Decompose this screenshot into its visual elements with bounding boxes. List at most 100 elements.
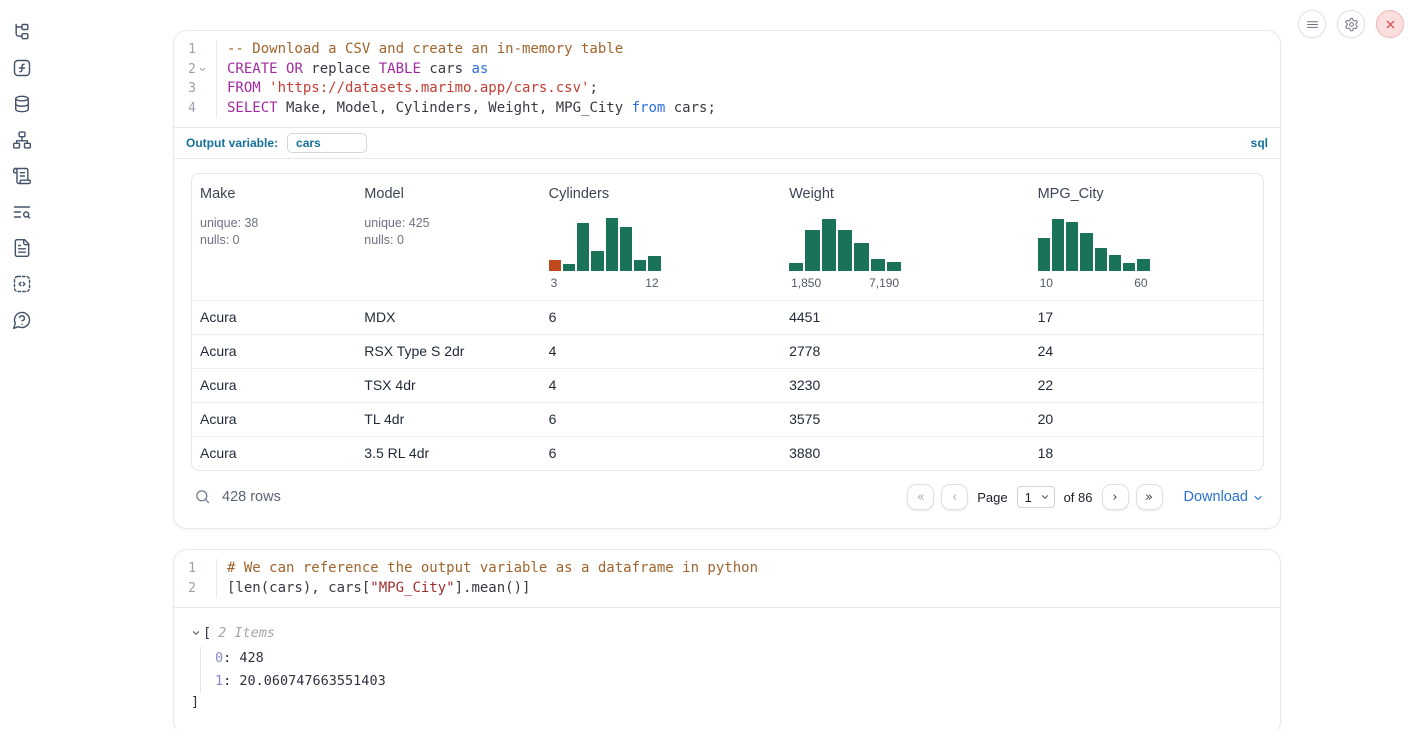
- histogram-range-labels: 1,8507,190: [789, 276, 901, 290]
- table-row: AcuraRSX Type S 2dr4277824: [192, 334, 1263, 368]
- shutdown-button[interactable]: [1376, 10, 1404, 38]
- output-variable-label: Output variable:: [186, 136, 278, 150]
- code-line[interactable]: 4SELECT Make, Model, Cylinders, Weight, …: [174, 99, 1280, 119]
- last-page-button[interactable]: »: [1136, 484, 1163, 510]
- notebook-area: 1-- Download a CSV and create an in-memo…: [173, 0, 1281, 729]
- histogram-bar: [887, 262, 901, 271]
- column-stats: unique: 38nulls: 0: [200, 215, 348, 249]
- column-header-mpg_city[interactable]: MPG_City 1060: [1030, 174, 1263, 300]
- table-cell: 3880: [781, 437, 1029, 470]
- histogram-bar: [822, 219, 836, 271]
- table-cell: 3.5 RL 4dr: [356, 437, 540, 470]
- settings-button[interactable]: [1337, 10, 1365, 38]
- page-select[interactable]: 1: [1017, 486, 1055, 508]
- next-page-button[interactable]: ›: [1102, 484, 1129, 510]
- column-name: Cylinders: [549, 186, 773, 202]
- file-tree-icon[interactable]: [12, 22, 32, 42]
- line-number: 3: [174, 79, 196, 99]
- tree-collapse-chevron-icon[interactable]: [191, 628, 203, 638]
- table-header-row: Make unique: 38nulls: 0Modelunique: 425nu…: [192, 174, 1263, 300]
- chevron-down-icon: [1252, 492, 1264, 504]
- row-count: 428 rows: [222, 489, 281, 505]
- scroll-icon[interactable]: [12, 166, 32, 186]
- histogram-bar: [871, 259, 885, 271]
- histogram-bar: [1038, 238, 1050, 271]
- histogram-range-labels: 1060: [1038, 276, 1150, 290]
- table-cell: Acura: [192, 403, 356, 436]
- sql-code-editor[interactable]: 1-- Download a CSV and create an in-memo…: [174, 31, 1280, 127]
- histogram-bar: [1095, 248, 1107, 271]
- table-cell: 6: [541, 301, 781, 334]
- tree-open-bracket: [: [203, 623, 211, 643]
- tree-close-bracket: ]: [191, 692, 1264, 712]
- cell-language-badge: sql: [1251, 136, 1268, 150]
- column-header-cylinders[interactable]: Cylinders 312: [541, 174, 781, 300]
- histogram-bar: [606, 218, 618, 271]
- help-circle-icon[interactable]: [12, 310, 32, 330]
- menu-button[interactable]: [1298, 10, 1326, 38]
- python-code-editor[interactable]: 1# We can reference the output variable …: [174, 550, 1280, 607]
- code-line[interactable]: 2[len(cars), cars["MPG_City"].mean()]: [174, 579, 1280, 599]
- code-line[interactable]: 3FROM 'https://datasets.marimo.app/cars.…: [174, 79, 1280, 99]
- code-snippets-icon[interactable]: [12, 274, 32, 294]
- line-number: 4: [174, 99, 196, 119]
- table-cell: 2778: [781, 335, 1029, 368]
- table-cell: 4451: [781, 301, 1029, 334]
- pagination: « ‹ Page 1 of 86 › » Download: [907, 484, 1264, 510]
- sitemap-icon[interactable]: [12, 130, 32, 150]
- python-output-tree: [ 2 Items 0: 4281: 20.060747663551403 ]: [174, 608, 1280, 729]
- histogram-bar: [577, 223, 589, 271]
- table-cell: 6: [541, 437, 781, 470]
- first-page-button[interactable]: «: [907, 484, 934, 510]
- line-number: 2: [174, 579, 196, 599]
- function-square-icon[interactable]: [12, 58, 32, 78]
- column-header-model[interactable]: Modelunique: 425nulls: 0: [356, 174, 540, 300]
- fold-gutter: [196, 559, 209, 579]
- column-header-weight[interactable]: Weight1,8507,190: [781, 174, 1029, 300]
- file-text-icon[interactable]: [12, 238, 32, 258]
- table-row: AcuraTSX 4dr4323022: [192, 368, 1263, 402]
- table-cell: TSX 4dr: [356, 369, 540, 402]
- text-search-icon[interactable]: [12, 202, 32, 222]
- table-cell: Acura: [192, 301, 356, 334]
- column-header-make[interactable]: Make unique: 38nulls: 0: [192, 174, 356, 300]
- code-line[interactable]: 2CREATE OR replace TABLE cars as: [174, 60, 1280, 80]
- table-row: Acura3.5 RL 4dr6388018: [192, 436, 1263, 470]
- table-footer: 428 rows « ‹ Page 1 of 86 › » Download: [174, 471, 1280, 528]
- column-histogram: [1038, 216, 1150, 271]
- output-variable-input[interactable]: [287, 133, 367, 153]
- column-stats: unique: 425nulls: 0: [364, 215, 532, 249]
- code-line[interactable]: 1# We can reference the output variable …: [174, 559, 1280, 579]
- fold-gutter: [196, 579, 209, 599]
- column-histogram: [789, 216, 901, 271]
- code-line[interactable]: 1-- Download a CSV and create an in-memo…: [174, 40, 1280, 60]
- column-name: Make: [200, 186, 348, 202]
- tree-item: 0: 428: [215, 647, 1264, 670]
- download-button[interactable]: Download: [1184, 489, 1265, 505]
- fold-chevron-icon[interactable]: [196, 60, 209, 80]
- histogram-bar: [591, 251, 603, 271]
- page-label: Page: [977, 490, 1007, 505]
- table-cell: 18: [1030, 437, 1263, 470]
- histogram-bar: [1080, 233, 1092, 271]
- fold-gutter: [196, 40, 209, 60]
- table-row: AcuraTL 4dr6357520: [192, 402, 1263, 436]
- table-cell: 20: [1030, 403, 1263, 436]
- histogram-range-labels: 312: [549, 276, 661, 290]
- page-of-label: of 86: [1064, 490, 1093, 505]
- histogram-bar: [1066, 222, 1078, 271]
- column-name: MPG_City: [1038, 186, 1255, 202]
- database-icon[interactable]: [12, 94, 32, 114]
- page-select-value: 1: [1025, 490, 1032, 505]
- histogram-bar: [789, 263, 803, 271]
- left-sidebar: [0, 0, 44, 729]
- table-row: AcuraMDX6445117: [192, 300, 1263, 334]
- line-number: 1: [174, 40, 196, 60]
- search-icon[interactable]: [193, 488, 211, 506]
- line-number: 2: [174, 60, 196, 80]
- histogram-bar: [1052, 219, 1064, 271]
- tree-item: 1: 20.060747663551403: [215, 670, 1264, 693]
- prev-page-button[interactable]: ‹: [941, 484, 968, 510]
- table-cell: 24: [1030, 335, 1263, 368]
- fold-gutter: [196, 99, 209, 119]
